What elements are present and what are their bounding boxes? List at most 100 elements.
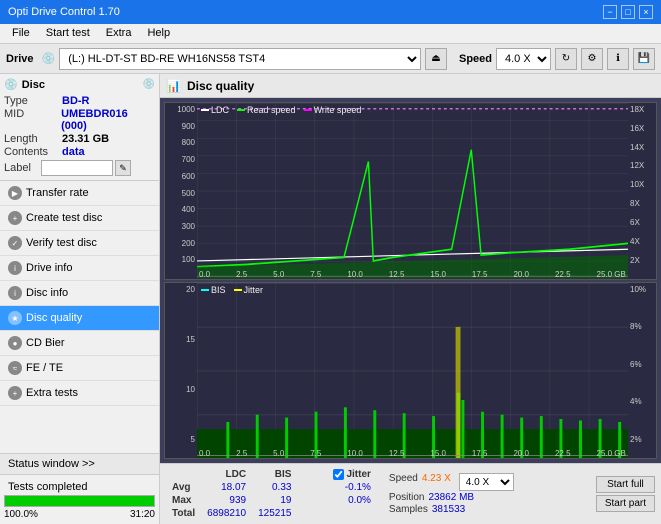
max-ldc: 939 [201,494,252,507]
titlebar: Opti Drive Control 1.70 − □ × [0,0,661,24]
close-button[interactable]: × [639,5,653,19]
nav-disc-quality[interactable]: ★ Disc quality [0,306,159,331]
col-bis: BIS [252,468,297,481]
nav-extra-tests[interactable]: + Extra tests [0,381,159,406]
extra-tests-icon: + [8,386,22,400]
speed-select[interactable]: 4.0 X [496,48,551,70]
refresh-button[interactable]: ↻ [555,48,577,70]
jitter-checkbox[interactable] [333,469,344,480]
menu-file[interactable]: File [4,26,38,41]
drive-label: Drive [6,53,34,65]
write-speed-dot [304,109,312,111]
status-window-button[interactable]: Status window >> [0,454,159,475]
sidebar: 💿 Disc 💿 Type BD-R MID UMEBDR016 (000) L… [0,74,160,524]
samples-key: Samples [389,504,428,515]
nav-verify-test-disc[interactable]: ✓ Verify test disc [0,231,159,256]
nav-cd-bier[interactable]: ● CD Bier [0,331,159,356]
progress-bar-container [4,495,155,507]
legend-bis: BIS [201,285,226,295]
bottom-chart-legend: BIS Jitter [201,285,263,295]
top-chart-inner: LDC Read speed Write speed [197,103,628,279]
disc-info-icon: i [8,286,22,300]
main-layout: 💿 Disc 💿 Type BD-R MID UMEBDR016 (000) L… [0,74,661,524]
legend-ldc-label: LDC [211,105,229,115]
bottom-chart-y-left: 20 15 10 5 [165,283,197,459]
type-value: BD-R [62,95,90,107]
nav-drive-info-label: Drive info [26,262,72,274]
top-chart-x-axis: 0.0 2.5 5.0 7.5 10.0 12.5 15.0 17.5 20.0… [197,270,628,279]
app-title: Opti Drive Control 1.70 [8,6,120,18]
charts-container: 1000 900 800 700 600 500 400 300 200 100 [160,98,661,463]
speed-key: Speed [389,473,418,491]
length-label: Length [4,133,62,145]
disc-small-icon: 💿 [143,79,155,90]
nav-transfer-rate[interactable]: ▶ Transfer rate [0,181,159,206]
label-edit-button[interactable]: ✎ [115,160,131,176]
chart-header-icon: 📊 [166,79,181,93]
progress-bar-fill [5,496,154,506]
nav-fe-te-label: FE / TE [26,362,63,374]
menu-help[interactable]: Help [139,26,178,41]
nav-create-test-disc[interactable]: + Create test disc [0,206,159,231]
drive-icon: 💿 [42,52,56,65]
samples-row: Samples 381533 [389,504,514,515]
eject-button[interactable]: ⏏ [425,48,447,70]
bottom-chart: 20 15 10 5 BIS Jitter [164,282,657,460]
maximize-button[interactable]: □ [621,5,635,19]
speed-select-stat[interactable]: 4.0 X [459,473,514,491]
nav-fe-te[interactable]: ≈ FE / TE [0,356,159,381]
col-spacer [297,468,327,481]
nav-disc-info-label: Disc info [26,287,68,299]
total-row: Total 6898210 125215 [166,507,377,520]
fe-te-icon: ≈ [8,361,22,375]
right-buttons: Start full Start part [596,476,655,512]
status-text: Tests completed [4,479,155,495]
nav-disc-quality-label: Disc quality [26,312,82,324]
start-full-button[interactable]: Start full [596,476,655,493]
max-row: Max 939 19 0.0% [166,494,377,507]
bottom-chart-x-axis: 0.0 2.5 5.0 7.5 10.0 12.5 15.0 17.5 20.0… [197,449,628,458]
menu-start-test[interactable]: Start test [38,26,98,41]
label-label: Label [4,162,39,174]
start-part-button[interactable]: Start part [596,495,655,512]
bis-dot [201,289,209,291]
jitter-dot [234,289,242,291]
avg-row: Avg 18.07 0.33 -0.1% [166,481,377,494]
drive-select[interactable]: (L:) HL-DT-ST BD-RE WH16NS58 TST4 [59,48,421,70]
jitter-label[interactable]: Jitter [333,469,370,480]
disc-quality-icon: ★ [8,311,22,325]
contents-value: data [62,146,85,158]
main-content: 📊 Disc quality 1000 900 800 700 600 500 … [160,74,661,524]
total-bis: 125215 [252,507,297,520]
cd-bier-icon: ● [8,336,22,350]
nav-drive-info[interactable]: i Drive info [0,256,159,281]
type-label: Type [4,95,62,107]
bottom-chart-inner: BIS Jitter [197,283,628,459]
speed-label: Speed [459,53,492,65]
ldc-dot [201,109,209,111]
nav-verify-test-disc-label: Verify test disc [26,237,97,249]
settings-button[interactable]: ⚙ [581,48,603,70]
disc-panel: 💿 Disc 💿 Type BD-R MID UMEBDR016 (000) L… [0,74,159,181]
time-remaining: 31:20 [130,509,155,520]
length-value: 23.31 GB [62,133,109,145]
nav-disc-info[interactable]: i Disc info [0,281,159,306]
progress-row: 100.0% 31:20 [4,509,155,520]
drive-toolbar: Drive 💿 (L:) HL-DT-ST BD-RE WH16NS58 TST… [0,44,661,74]
contents-label: Contents [4,146,62,158]
info-button[interactable]: ℹ [607,48,629,70]
position-key: Position [389,492,425,503]
progress-area: Tests completed 100.0% 31:20 [0,475,159,524]
minimize-button[interactable]: − [603,5,617,19]
save-button[interactable]: 💾 [633,48,655,70]
max-bis: 19 [252,494,297,507]
titlebar-controls: − □ × [603,5,653,19]
label-input[interactable] [41,160,113,176]
menu-extra[interactable]: Extra [98,26,140,41]
speed-row: Speed 4.23 X 4.0 X [389,473,514,491]
mid-value: UMEBDR016 (000) [61,108,155,132]
avg-ldc: 18.07 [201,481,252,494]
legend-write-speed-label: Write speed [314,105,362,115]
max-label: Max [166,494,201,507]
read-speed-dot [237,109,245,111]
